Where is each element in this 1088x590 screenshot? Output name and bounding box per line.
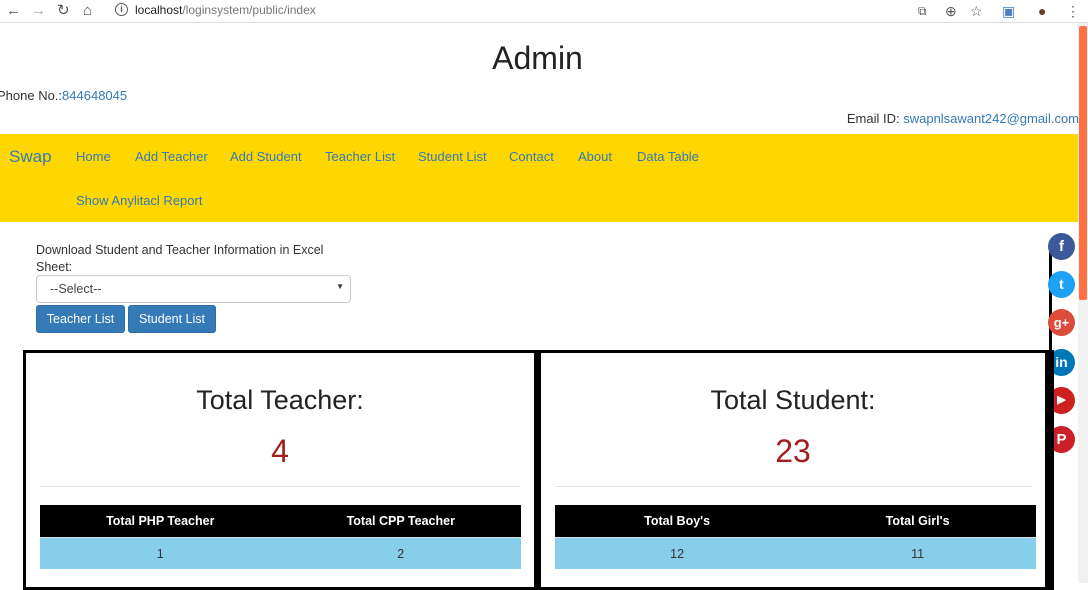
scrollbar-thumb[interactable] [1079, 26, 1087, 300]
youtube-icon[interactable]: ▶ [1048, 387, 1075, 414]
table-header: Total Boy's [555, 505, 800, 538]
teacher-list-button[interactable]: Teacher List [36, 305, 125, 333]
divider [555, 486, 1031, 487]
page-title: Admin [492, 40, 583, 76]
nav-add-teacher[interactable]: Add Teacher [135, 149, 208, 164]
phone-info: Phone No.:844648045 [0, 88, 127, 103]
email-link[interactable]: swapnlsawant242@gmail.com [903, 111, 1079, 126]
reload-icon[interactable]: ↻ [57, 1, 70, 21]
twitter-icon[interactable]: t [1048, 271, 1075, 298]
download-label: Download Student and Teacher Information… [36, 243, 324, 274]
home-icon[interactable]: ⌂ [83, 1, 92, 21]
select-value: --Select-- [50, 282, 102, 296]
email-info: Email ID: swapnlsawant242@gmail.com [847, 111, 1079, 126]
bookmark-star-icon[interactable]: ☆ [970, 1, 983, 21]
nav-data-table[interactable]: Data Table [637, 149, 699, 164]
table-header: Total PHP Teacher [40, 505, 281, 538]
google-plus-icon[interactable]: g+ [1048, 309, 1075, 336]
phone-label: Phone No.: [0, 88, 63, 103]
social-bar-divider [1049, 252, 1052, 572]
student-table: Total Boy's Total Girl's 12 11 [555, 505, 1036, 569]
nav-about[interactable]: About [578, 149, 612, 164]
table-row: 12 11 [555, 537, 1036, 569]
teacher-count: 4 [271, 433, 289, 469]
student-list-button[interactable]: Student List [128, 305, 216, 333]
navbar: Swap Home Add Teacher Add Student Teache… [0, 134, 1078, 222]
nav-teacher-list[interactable]: Teacher List [325, 149, 395, 164]
teacher-panel: Total Teacher: 4 Total PHP Teacher Total… [23, 350, 537, 590]
export-select[interactable]: --Select-- ▼ [36, 275, 351, 303]
teacher-panel-title: Total Teacher: [196, 385, 364, 415]
back-icon[interactable]: ← [6, 1, 21, 21]
info-icon[interactable]: i [115, 3, 128, 16]
chevron-down-icon: ▼ [336, 282, 344, 291]
facebook-icon[interactable]: f [1048, 233, 1075, 260]
translate-icon[interactable]: ⧉ [918, 1, 927, 21]
navbar-brand[interactable]: Swap [9, 147, 52, 167]
table-cell: 11 [799, 537, 1036, 569]
linkedin-icon[interactable]: in [1048, 349, 1075, 376]
student-count: 23 [775, 433, 811, 469]
zoom-icon[interactable]: ⊕ [945, 1, 957, 21]
nav-student-list[interactable]: Student List [418, 149, 487, 164]
menu-icon[interactable]: ⋮ [1066, 1, 1080, 21]
nav-add-student[interactable]: Add Student [230, 149, 302, 164]
table-cell: 12 [555, 537, 800, 569]
table-cell: 1 [40, 537, 281, 569]
profile-avatar-icon[interactable]: ● [1038, 1, 1046, 21]
table-row: 1 2 [40, 537, 521, 569]
nav-analytical-report[interactable]: Show Anylitacl Report [76, 193, 202, 208]
extension-icon[interactable]: ▣ [1002, 1, 1015, 21]
table-cell: 2 [280, 537, 521, 569]
browser-toolbar: ← → ↻ ⌂ i localhost/loginsystem/public/i… [0, 0, 1088, 23]
email-label: Email ID: [846, 111, 900, 126]
address-bar[interactable]: localhost/loginsystem/public/index [135, 3, 316, 17]
nav-contact[interactable]: Contact [509, 149, 554, 164]
nav-home[interactable]: Home [76, 149, 111, 164]
table-header: Total Girl's [799, 505, 1036, 538]
phone-link[interactable]: 844648045 [62, 88, 127, 103]
table-header: Total CPP Teacher [280, 505, 521, 538]
student-panel-title: Total Student: [710, 385, 876, 415]
divider [40, 486, 520, 487]
forward-icon[interactable]: → [31, 1, 46, 21]
pinterest-icon[interactable]: P [1048, 426, 1075, 453]
student-panel: Total Student: 23 Total Boy's Total Girl… [538, 350, 1048, 590]
teacher-table: Total PHP Teacher Total CPP Teacher 1 2 [40, 505, 521, 569]
